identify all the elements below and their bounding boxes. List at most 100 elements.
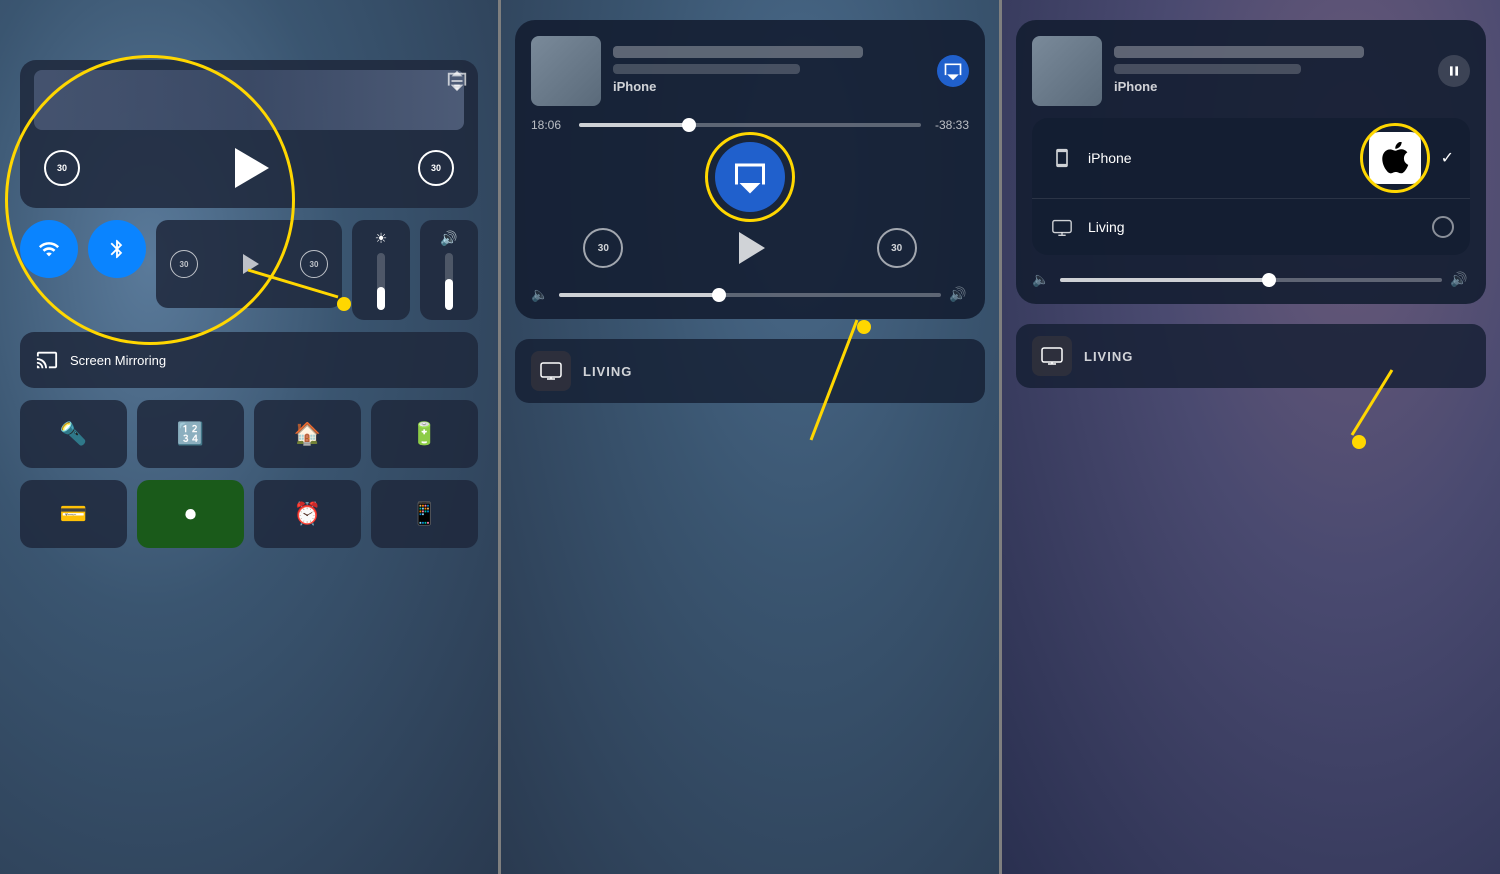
appletv-icon-box-p2 (531, 351, 571, 391)
podcast-info-p2: iPhone (613, 46, 925, 96)
utility-grid-2: 💳 ⏺ ⏰ 📱 (20, 480, 478, 548)
wifi-toggle[interactable] (20, 220, 78, 278)
appletv-logo-box (1369, 132, 1421, 184)
screen-mirroring-label: Screen Mirroring (70, 353, 166, 368)
play-pause-btn-p3[interactable] (1438, 55, 1470, 87)
play-triangle (235, 148, 269, 188)
battery-button[interactable]: 🔋 (371, 400, 478, 468)
podcast-subtitle-blurred-p2 (613, 64, 800, 74)
time-remaining-p2: -38:33 (929, 118, 969, 132)
remote-button[interactable]: 📱 (371, 480, 478, 548)
panel3-content: iPhone (1002, 20, 1500, 874)
volume-slider[interactable]: 🔊 (420, 220, 478, 320)
podcast-art-p2 (531, 36, 601, 106)
volume-fill-p3 (1060, 278, 1270, 282)
podcast-info-p3: iPhone (1114, 46, 1426, 96)
volume-row-p2: 🔈 🔊 (531, 286, 969, 303)
airplay-selector-p3: iPhone ✓ (1032, 118, 1470, 255)
wallet-button[interactable]: 💳 (20, 480, 127, 548)
utility-grid: 🔦 🔢 🏠 🔋 (20, 400, 478, 468)
bluetooth-toggle[interactable] (88, 220, 146, 278)
podcast-art-p3 (1032, 36, 1102, 106)
appletv-option-annotated (1369, 132, 1429, 184)
podcast-card-p2: iPhone 18:06 (515, 20, 985, 319)
iphone-checkmark: ✓ (1441, 148, 1454, 168)
brightness-fill (377, 287, 385, 310)
appletv-label-p3: LIVING (1084, 349, 1133, 364)
airplay-option-iphone[interactable]: iPhone ✓ (1032, 118, 1470, 199)
appletv-card-p3[interactable]: LIVING (1016, 324, 1486, 388)
skip-forward-30-small[interactable]: 30 (300, 250, 328, 278)
podcast-header-p2: iPhone (531, 36, 969, 106)
volume-high-icon-p3: 🔊 (1450, 271, 1470, 288)
skip-forward-30-p2[interactable]: 30 (877, 228, 917, 268)
volume-fill (445, 279, 453, 310)
panel1-content: 30 30 (0, 0, 498, 874)
appletv-icon-box-p3 (1032, 336, 1072, 376)
podcast-title-blurred-p2 (613, 46, 863, 58)
volume-fill-p2 (559, 293, 719, 297)
play-button-large[interactable] (223, 142, 275, 194)
play-triangle-p2 (739, 232, 765, 264)
flashlight-icon: 🔦 (60, 421, 87, 447)
clock-button[interactable]: ⏰ (254, 480, 361, 548)
skip-back-30-large[interactable]: 30 (44, 150, 80, 186)
airplay-large-container (531, 142, 969, 212)
progress-row-p2: 18:06 -38:33 (531, 118, 969, 132)
panel2-content: iPhone 18:06 (501, 20, 999, 874)
home-button[interactable]: 🏠 (254, 400, 361, 468)
device-label-p2: iPhone (613, 78, 925, 96)
media-controls-large: 30 30 (34, 138, 464, 198)
podcast-header-p3: iPhone (1032, 36, 1470, 106)
play-button-p2[interactable] (728, 226, 772, 270)
iphone-device-icon (1048, 144, 1076, 172)
screen-mirroring-button[interactable]: Screen Mirroring (20, 332, 478, 388)
airplay-large-button[interactable] (715, 142, 785, 212)
volume-track (445, 253, 453, 310)
panel-2: iPhone 18:06 (501, 0, 999, 874)
annotation-dot-p2 (857, 320, 871, 334)
brightness-track (377, 253, 385, 310)
flashlight-button[interactable]: 🔦 (20, 400, 127, 468)
battery-icon: 🔋 (411, 421, 438, 447)
skip-forward-30-large[interactable]: 30 (418, 150, 454, 186)
media-small-controls: 30 30 (156, 220, 342, 308)
brightness-slider[interactable]: ☀ (352, 220, 410, 320)
volume-low-icon-p2: 🔈 (531, 286, 551, 303)
volume-slider-p3[interactable] (1060, 278, 1442, 282)
iphone-device-name: iPhone (1088, 150, 1357, 166)
volume-row-p3: 🔈 🔊 (1032, 271, 1470, 288)
annotation-dot-p3 (1352, 435, 1366, 449)
divider-2-3 (999, 0, 1002, 874)
toggles-media-row: 30 30 ☀ 🔊 (20, 220, 478, 320)
volume-slider-p2[interactable] (559, 293, 941, 297)
volume-thumb-p3 (1262, 273, 1276, 287)
calculator-icon: 🔢 (177, 421, 204, 447)
control-center: 30 30 (20, 60, 478, 854)
home-icon: 🏠 (294, 421, 321, 447)
progress-bar-p2[interactable] (579, 123, 921, 127)
remote-icon: 📱 (411, 501, 438, 527)
record-button[interactable]: ⏺ (137, 480, 244, 548)
skip-back-30-p2[interactable]: 30 (583, 228, 623, 268)
airplay-icon-p1[interactable] (446, 70, 468, 97)
volume-high-icon-p2: 🔊 (949, 286, 969, 303)
play-button-small[interactable] (214, 254, 284, 274)
podcast-subtitle-blurred-p3 (1114, 64, 1301, 74)
panel-1: 30 30 (0, 0, 498, 874)
divider-1-2 (498, 0, 501, 874)
appletv-card-p2[interactable]: LIVING (515, 339, 985, 403)
record-icon: ⏺ (185, 501, 196, 527)
media-art-blurred (34, 70, 464, 130)
panel-3: iPhone (1002, 0, 1500, 874)
calculator-button[interactable]: 🔢 (137, 400, 244, 468)
living-device-name: Living (1088, 219, 1420, 235)
living-radio-circle (1432, 216, 1454, 238)
wallet-icon: 💳 (60, 501, 87, 527)
device-label-p3: iPhone (1114, 78, 1426, 96)
airplay-button-p2[interactable] (937, 55, 969, 87)
airplay-option-living[interactable]: Living (1032, 199, 1470, 255)
skip-back-30-small[interactable]: 30 (170, 250, 198, 278)
appletv-device-icon (1048, 213, 1076, 241)
podcast-title-blurred-p3 (1114, 46, 1364, 58)
